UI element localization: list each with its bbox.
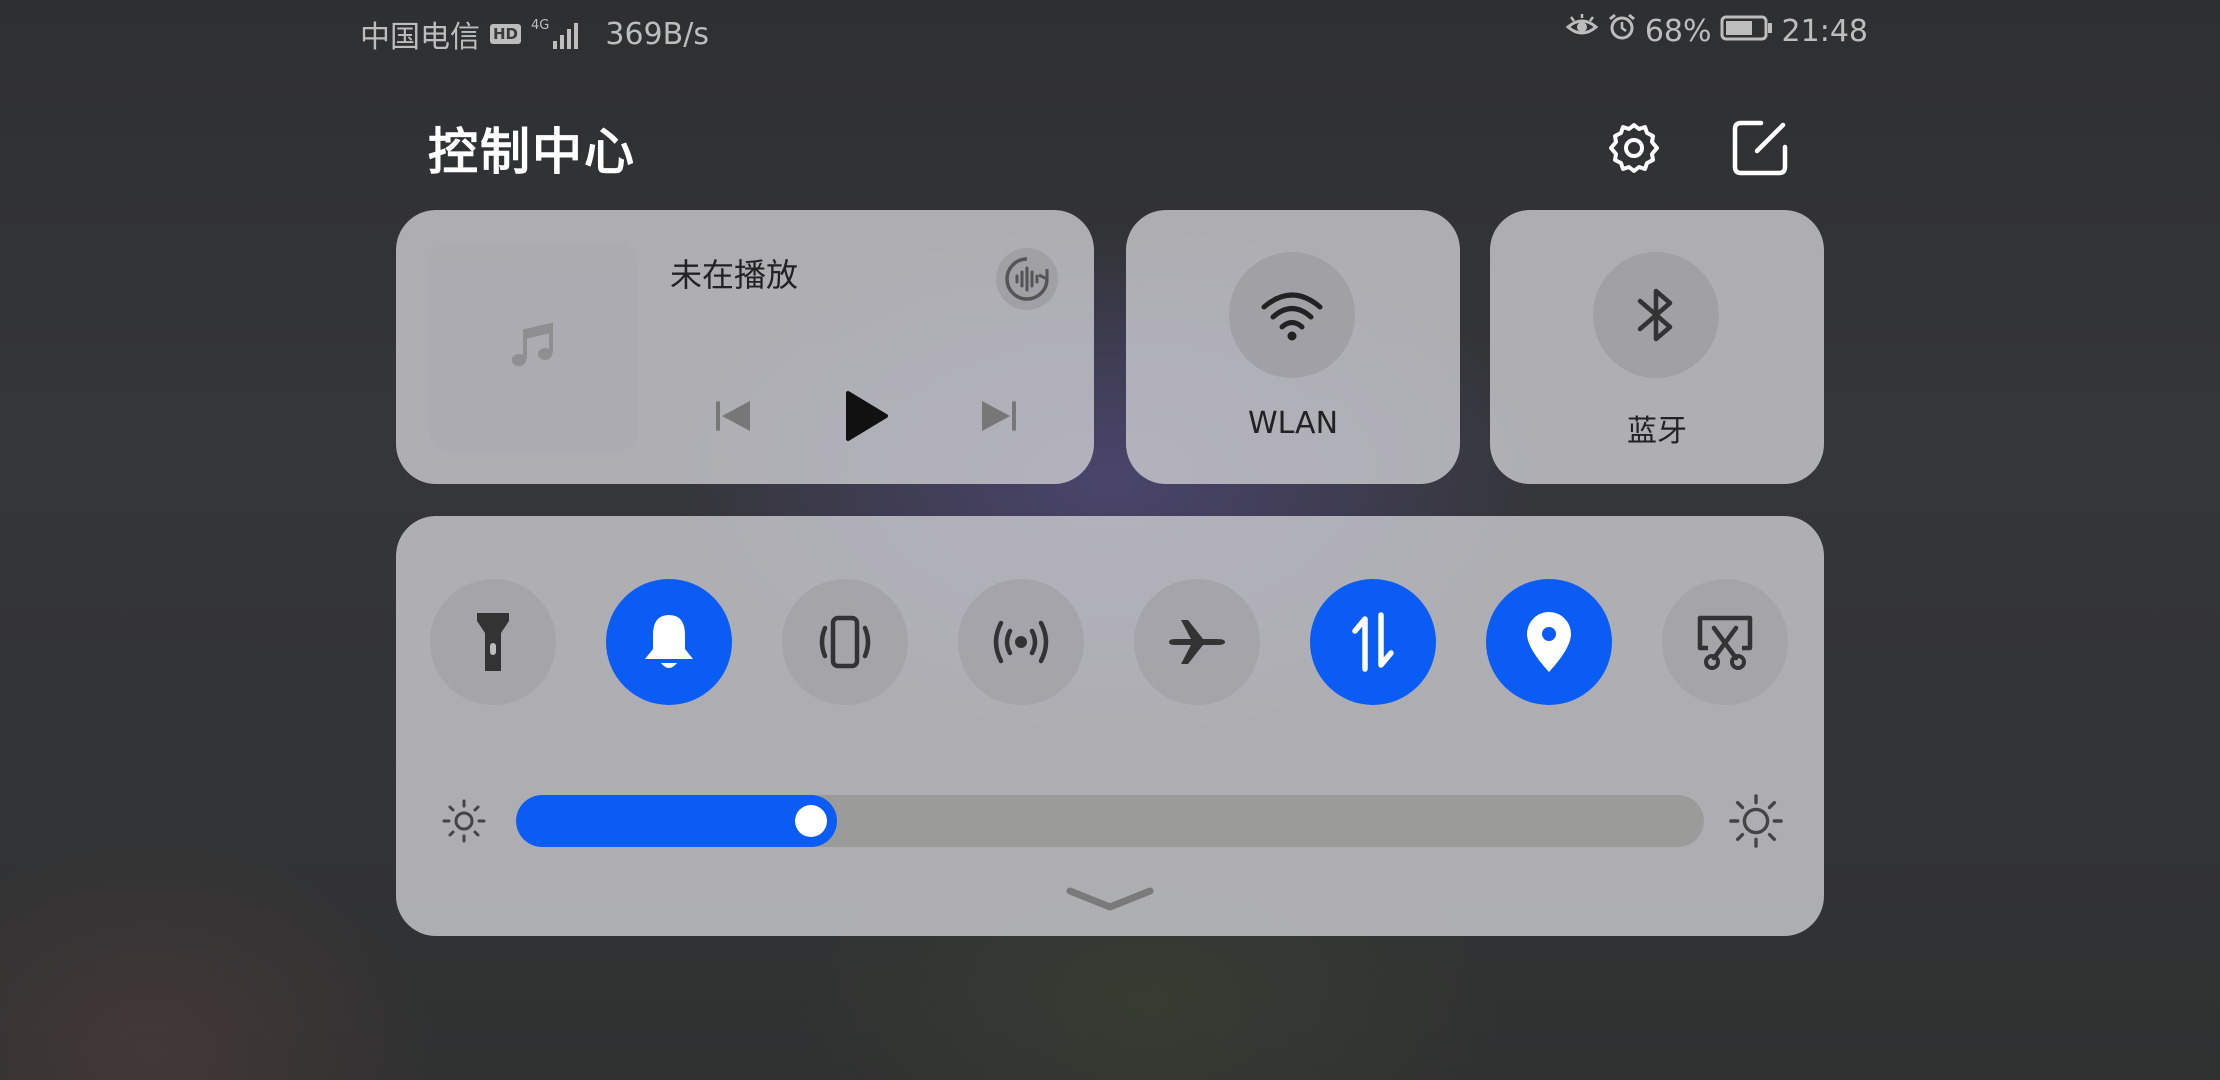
network-type-label: 4G — [531, 18, 550, 33]
wifi-icon — [1261, 292, 1323, 341]
eye-comfort-icon — [1565, 13, 1599, 49]
clock-time: 21:48 — [1781, 13, 1868, 49]
brightness-thumb[interactable] — [795, 805, 827, 837]
bluetooth-icon — [1637, 288, 1673, 342]
hotspot-toggle[interactable] — [958, 579, 1084, 705]
airplane-icon — [1169, 620, 1225, 664]
signal-icon: 4G — [531, 19, 581, 49]
mobile-data-toggle[interactable] — [1310, 579, 1436, 705]
location-toggle[interactable] — [1486, 579, 1612, 705]
status-right: 68% 21:48 — [1565, 12, 1868, 50]
bluetooth-tile[interactable]: 蓝牙 — [1490, 210, 1824, 484]
status-bar: 中国电信 HD 4G 369B/s 68% 21:48 — [360, 0, 1868, 64]
media-status: 未在播放 — [670, 256, 799, 294]
gear-icon — [1609, 123, 1659, 173]
bluetooth-toggle[interactable] — [1593, 252, 1719, 378]
quick-settings-panel — [396, 516, 1824, 936]
edit-button[interactable] — [1730, 118, 1790, 178]
battery-icon — [1720, 14, 1774, 49]
hd-badge: HD — [490, 24, 522, 44]
bell-icon — [645, 615, 693, 668]
airplane-toggle[interactable] — [1134, 579, 1260, 705]
carrier-name: 中国电信 — [360, 20, 480, 55]
wlan-tile[interactable]: WLAN — [1126, 210, 1460, 484]
brightness-row — [436, 793, 1784, 849]
location-icon — [1527, 612, 1571, 672]
page-title: 控制中心 — [428, 123, 636, 181]
flashlight-toggle[interactable] — [430, 579, 556, 705]
brightness-slider[interactable] — [516, 795, 1704, 847]
flashlight-icon — [477, 613, 509, 671]
wlan-toggle[interactable] — [1229, 252, 1355, 378]
battery-percent: 68% — [1644, 13, 1712, 49]
screenshot-icon — [1697, 615, 1753, 670]
sound-toggle[interactable] — [606, 579, 732, 705]
bluetooth-label: 蓝牙 — [1627, 414, 1687, 449]
brightness-low-icon — [436, 793, 492, 849]
music-note-icon — [512, 322, 553, 366]
vibrate-toggle[interactable] — [782, 579, 908, 705]
hotspot-icon — [993, 620, 1049, 664]
screenshot-toggle[interactable] — [1662, 579, 1788, 705]
expand-button[interactable] — [1060, 878, 1160, 918]
skip-previous-icon — [716, 401, 750, 431]
network-speed: 369B/s — [605, 16, 709, 52]
play-button[interactable] — [836, 386, 896, 446]
audio-output-button[interactable] — [996, 248, 1058, 310]
settings-button[interactable] — [1604, 118, 1664, 178]
previous-button[interactable] — [704, 386, 764, 446]
toggle-row — [430, 579, 1790, 705]
skip-next-icon — [982, 401, 1016, 431]
audio-output-icon — [1005, 257, 1049, 301]
next-button[interactable] — [968, 386, 1028, 446]
wlan-label: WLAN — [1247, 406, 1339, 441]
edit-icon — [1732, 120, 1788, 176]
brightness-high-icon — [1728, 793, 1784, 849]
status-left: 中国电信 HD 4G 369B/s — [360, 12, 709, 56]
mobile-data-icon — [1352, 612, 1394, 672]
brightness-fill — [516, 795, 837, 847]
album-art — [428, 242, 638, 452]
alarm-icon — [1607, 12, 1637, 50]
chevron-down-icon — [1066, 887, 1154, 911]
media-player-card[interactable]: 未在播放 — [396, 210, 1094, 484]
play-icon — [846, 391, 888, 441]
vibrate-icon — [819, 615, 871, 669]
